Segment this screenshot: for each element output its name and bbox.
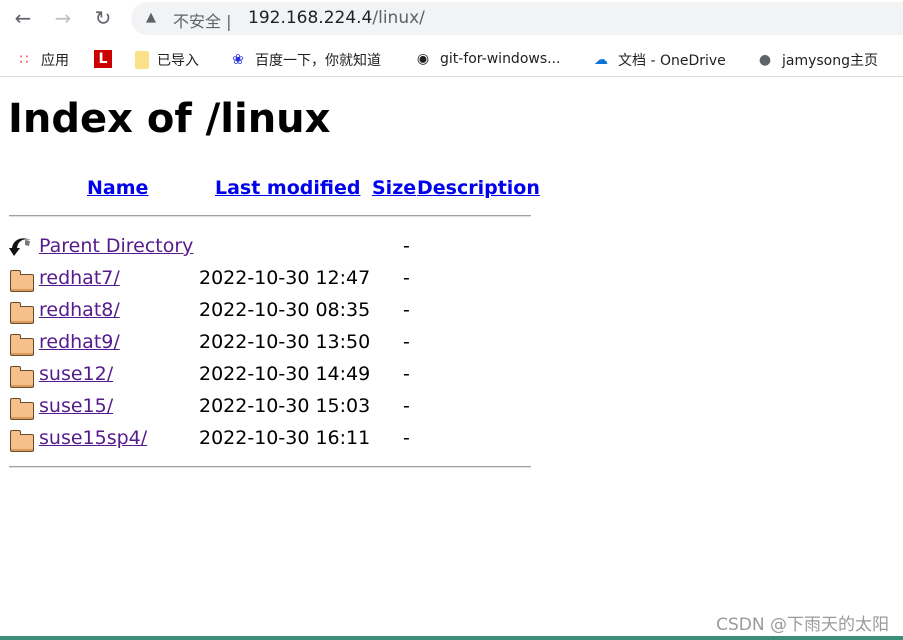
bookmark-onedrive[interactable]: ☁ 文档 - OneDrive [592,50,726,70]
l-logo-icon: L [94,50,112,68]
folder-icon [9,397,34,420]
reload-icon[interactable]: ↻ [90,6,116,30]
table-row: redhat9/ 2022-10-30 13:50 - [9,330,529,358]
column-header-description[interactable]: Description [417,177,540,199]
bookmark-jamysong[interactable]: ● jamysong主页 [756,50,878,70]
browser-toolbar: ← → ↻ ▲ 不安全 | 192.168.224.4/linux/ [0,0,903,38]
size: - [403,395,410,417]
bookmarks-bar: ∷ 应用 L 已导入 ❀ 百度一下，你就知道 ◉ git-for-windows...… [0,44,903,77]
table-row: suse15/ 2022-10-30 15:03 - [9,394,529,422]
bottom-bar [0,636,903,640]
size: - [403,299,410,321]
table-row: suse12/ 2022-10-30 14:49 - [9,362,529,390]
warning-icon[interactable]: ▲ [146,10,156,25]
size: - [403,427,410,449]
url-text[interactable]: 192.168.224.4/linux/ [248,8,425,28]
baidu-paw-icon: ❀ [232,52,244,68]
page-title: Index of /linux [8,96,331,142]
last-modified: 2022-10-30 12:47 [199,267,371,289]
back-arrow-icon [9,237,33,259]
bookmark-apps[interactable]: ∷ 应用 [15,50,69,70]
directory-link[interactable]: suse15/ [39,395,113,417]
directory-link[interactable]: redhat9/ [39,331,120,353]
directory-link[interactable]: redhat7/ [39,267,120,289]
size: - [403,363,410,385]
last-modified: 2022-10-30 15:03 [199,395,371,417]
divider [9,466,531,468]
folder-icon [9,429,34,452]
size: - [403,331,410,353]
column-header-last-modified[interactable]: Last modified [215,177,360,199]
last-modified: 2022-10-30 16:11 [199,427,371,449]
onedrive-cloud-icon: ☁ [594,52,608,68]
directory-link[interactable]: redhat8/ [39,299,120,321]
last-modified: 2022-10-30 14:49 [199,363,371,385]
apps-grid-icon: ∷ [19,52,29,68]
address-bar[interactable]: ▲ 不安全 | 192.168.224.4/linux/ [131,2,903,35]
folder-icon [9,365,34,388]
column-header-name[interactable]: Name [87,177,148,199]
folder-icon [9,301,34,324]
arrow-left-icon[interactable]: ← [10,6,36,30]
bookmark-git[interactable]: ◉ git-for-windows... [414,50,561,68]
watermark: CSDN @下雨天的太阳 [716,615,889,635]
parent-directory-link[interactable]: Parent Directory [39,235,193,257]
table-row: redhat7/ 2022-10-30 12:47 - [9,266,529,294]
directory-link[interactable]: suse15sp4/ [39,427,147,449]
size: - [403,267,410,289]
folder-icon [135,51,149,69]
table-row: redhat8/ 2022-10-30 08:35 - [9,298,529,326]
bookmark-imported[interactable]: 已导入 [135,50,199,70]
parent-directory-row: Parent Directory - [9,234,529,262]
bookmark-l[interactable]: L [94,50,112,68]
bookmark-baidu[interactable]: ❀ 百度一下，你就知道 [229,50,381,70]
last-modified: 2022-10-30 08:35 [199,299,371,321]
table-row: suse15sp4/ 2022-10-30 16:11 - [9,426,529,454]
git-icon: ◉ [416,51,430,67]
divider [9,215,531,217]
globe-icon: ● [758,52,772,68]
directory-link[interactable]: suse12/ [39,363,113,385]
last-modified: 2022-10-30 13:50 [199,331,371,353]
folder-icon [9,269,34,292]
security-label[interactable]: 不安全 | [173,8,232,32]
arrow-right-icon[interactable]: → [50,6,76,30]
column-header-size[interactable]: Size [372,177,416,199]
folder-icon [9,333,34,356]
size: - [403,235,410,257]
